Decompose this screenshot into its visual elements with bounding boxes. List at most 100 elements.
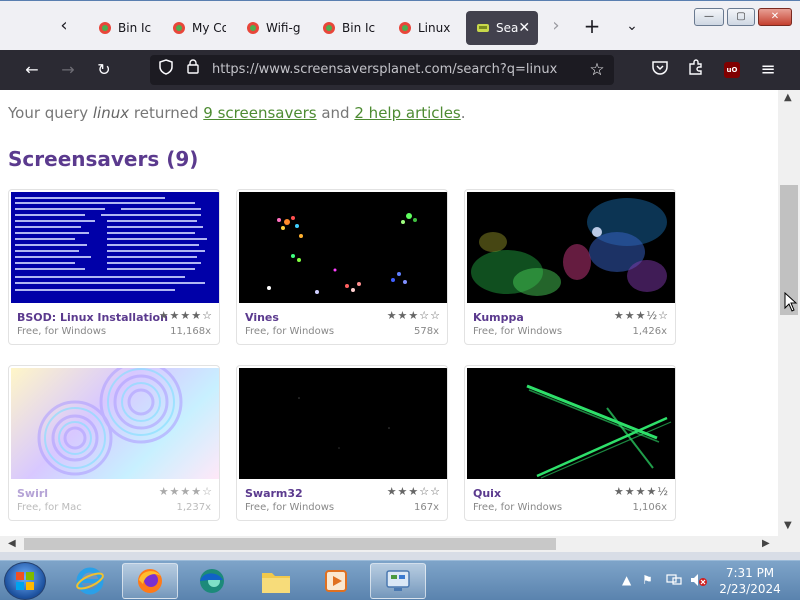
card-platform: Free, for Windows — [473, 502, 563, 513]
tab-favicon-icon — [99, 22, 111, 34]
thumbnail-vines[interactable] — [239, 192, 447, 303]
action-center-flag-icon[interactable]: ⚑ — [642, 573, 653, 587]
windows-logo-icon — [16, 572, 34, 590]
tab-bin-icons-1[interactable]: Bin Ic — [88, 11, 152, 45]
ublock-badge: uO — [724, 62, 740, 78]
download-count: 1,106x — [632, 502, 667, 513]
screensaver-card-kumppa[interactable]: Kumppa ★★★½☆ Free, for Windows 1,426x — [464, 189, 676, 345]
horizontal-scrollbar[interactable]: ◀ ▶ — [0, 536, 778, 552]
start-button[interactable] — [4, 562, 46, 600]
screensaver-card-bsod[interactable]: BSOD: Linux Installation ★★★★☆ Free, for… — [8, 189, 220, 345]
rating-stars-icon: ★★★★☆ — [158, 309, 213, 322]
volume-muted-icon[interactable] — [690, 573, 708, 590]
ublock-origin-icon[interactable]: uO — [720, 58, 744, 82]
forward-arrow-icon[interactable]: → — [56, 58, 80, 82]
download-count: 11,168x — [170, 326, 211, 337]
back-arrow-icon[interactable]: ← — [20, 58, 44, 82]
tab-favicon-icon — [323, 22, 335, 34]
navigation-toolbar: ← → ↻ https://www.screensaversplanet.com… — [0, 50, 800, 90]
address-bar[interactable]: https://www.screensaversplanet.com/searc… — [150, 55, 614, 85]
hamburger-menu-icon[interactable]: ≡ — [756, 58, 780, 82]
rating-stars-icon: ★★★★☆ — [158, 485, 213, 498]
tab-favicon-icon — [477, 24, 489, 32]
search-summary: Your query linux returned 9 screensavers… — [8, 104, 466, 122]
network-icon[interactable] — [666, 573, 682, 590]
thumbnail-quix[interactable] — [467, 368, 675, 479]
tab-linux[interactable]: Linux — [388, 11, 454, 45]
screensaver-card-quix[interactable]: Quix ★★★★½ Free, for Windows 1,106x — [464, 365, 676, 521]
tab-my-computer[interactable]: My Co — [162, 11, 226, 45]
clock-date: 2/23/2024 — [719, 582, 781, 596]
scroll-left-arrow-icon[interactable]: ◀ — [8, 538, 16, 549]
thumbnail-kumppa[interactable] — [467, 192, 675, 303]
screensaver-card-vines[interactable]: Vines ★★★☆☆ Free, for Windows 578x — [236, 189, 448, 345]
download-count: 578x — [413, 326, 439, 337]
tab-bar: ‹ Bin Ic My Co Wifi-g Bin Ic Linux Sea ✕… — [0, 0, 800, 50]
tab-bin-icons-2[interactable]: Bin Ic — [312, 11, 378, 45]
system-clock[interactable]: 7:31 PM 2/23/2024 — [708, 565, 792, 597]
tab-scroll-right-icon[interactable]: › — [544, 14, 568, 38]
card-platform: Free, for Windows — [473, 326, 563, 337]
extensions-puzzle-icon[interactable] — [684, 58, 708, 82]
media-player-icon — [325, 570, 347, 592]
taskbar-edge[interactable] — [184, 563, 240, 599]
thumbnail-bsod[interactable] — [11, 192, 219, 303]
rating-stars-icon: ★★★★½ — [613, 485, 669, 498]
taskbar-file-explorer[interactable] — [248, 563, 304, 599]
card-platform: Free, for Windows — [245, 326, 335, 337]
tab-favicon-icon — [247, 22, 259, 34]
card-title[interactable]: Swarm32 — [245, 487, 303, 500]
taskbar-firefox[interactable] — [122, 563, 178, 599]
taskbar-control-panel[interactable] — [370, 563, 426, 599]
taskbar-internet-explorer[interactable] — [62, 563, 118, 599]
tab-wifi[interactable]: Wifi-g — [236, 11, 302, 45]
reload-icon[interactable]: ↻ — [92, 58, 116, 82]
pocket-icon[interactable] — [648, 58, 672, 82]
vertical-scrollbar[interactable]: ▲ ▼ — [778, 90, 800, 536]
scroll-up-arrow-icon[interactable]: ▲ — [784, 92, 792, 103]
card-title[interactable]: Quix — [473, 487, 501, 500]
lock-icon[interactable] — [182, 59, 204, 81]
download-count: 1,237x — [176, 502, 211, 513]
tab-scroll-left-icon[interactable]: ‹ — [52, 14, 76, 38]
mouse-pointer-icon — [784, 292, 798, 312]
show-hidden-icons-chevron-icon[interactable]: ▲ — [622, 573, 631, 587]
card-title[interactable]: BSOD: Linux Installation — [17, 311, 168, 324]
shield-icon[interactable] — [155, 59, 177, 81]
window-maximize-button[interactable]: ▢ — [727, 8, 755, 26]
tab-favicon-icon — [399, 22, 411, 34]
scroll-down-arrow-icon[interactable]: ▼ — [784, 520, 792, 531]
windows-taskbar: ▲ ⚑ 7:31 PM 2/23/2024 — [0, 560, 800, 600]
card-title[interactable]: Kumppa — [473, 311, 524, 324]
screensaver-card-swirl[interactable]: Swirl ★★★★☆ Free, for Mac 1,237x — [8, 365, 220, 521]
section-title: Screensavers (9) — [8, 147, 199, 171]
tab-close-icon[interactable]: ✕ — [518, 20, 530, 36]
new-tab-icon[interactable]: + — [580, 14, 604, 38]
horizontal-scroll-thumb[interactable] — [24, 538, 556, 550]
scrollbar-corner — [778, 536, 800, 552]
taskbar-media-player[interactable] — [308, 563, 364, 599]
window-close-button[interactable]: ✕ — [758, 8, 792, 26]
tab-favicon-icon — [173, 22, 185, 34]
help-articles-link[interactable]: 2 help articles — [354, 104, 460, 122]
window-bottom-border — [0, 552, 800, 560]
card-platform: Free, for Windows — [245, 502, 335, 513]
bookmark-star-icon[interactable]: ☆ — [586, 59, 608, 81]
internet-explorer-icon — [76, 567, 104, 595]
tab-search-active[interactable]: Sea ✕ — [466, 11, 538, 45]
card-platform: Free, for Mac — [17, 502, 82, 513]
thumbnail-swirl[interactable] — [11, 368, 219, 479]
screensavers-results-link[interactable]: 9 screensavers — [203, 104, 316, 122]
card-title[interactable]: Vines — [245, 311, 279, 324]
scroll-right-arrow-icon[interactable]: ▶ — [762, 538, 770, 549]
list-tabs-chevron-down-icon[interactable]: ⌄ — [620, 14, 644, 38]
screensaver-card-swarm32[interactable]: Swarm32 ★★★☆☆ Free, for Windows 167x — [236, 365, 448, 521]
card-title[interactable]: Swirl — [17, 487, 48, 500]
card-platform: Free, for Windows — [17, 326, 107, 337]
control-panel-icon — [386, 570, 410, 591]
window-minimize-button[interactable]: — — [694, 8, 724, 26]
firefox-icon — [138, 569, 162, 593]
query-term: linux — [92, 104, 130, 122]
thumbnail-swarm32[interactable] — [239, 368, 447, 479]
clock-time: 7:31 PM — [725, 566, 775, 580]
